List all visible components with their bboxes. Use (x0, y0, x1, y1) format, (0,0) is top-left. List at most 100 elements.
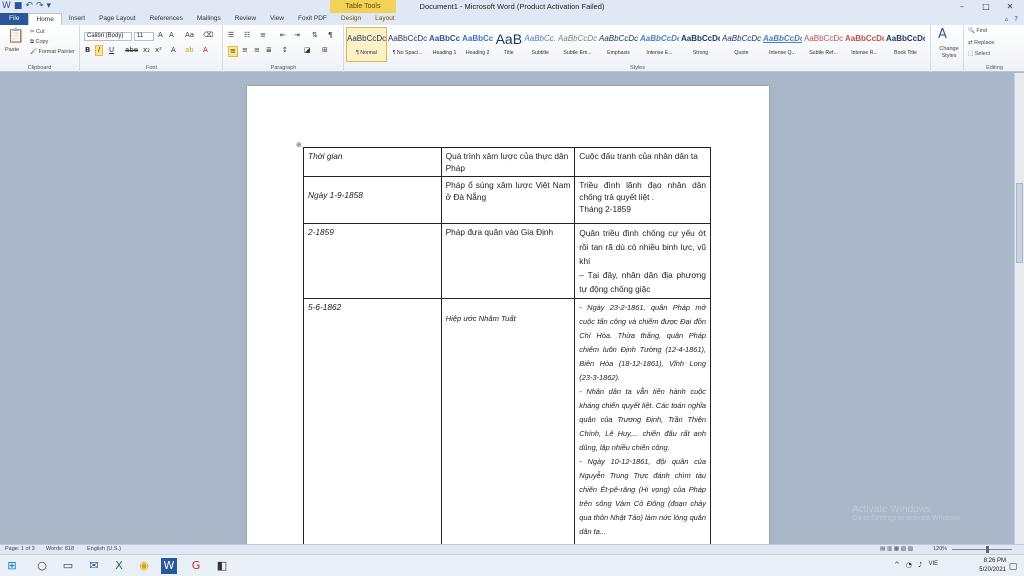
shrink-font-icon[interactable]: A (169, 31, 174, 40)
style-subtle-emphasis[interactable]: AaBbCcDc Subtle Em... (557, 27, 598, 62)
task-view-icon[interactable]: ▭ (60, 558, 76, 574)
sort-icon[interactable]: ⇅ (312, 31, 318, 40)
minimize-ribbon-icon[interactable]: ▵ (1005, 13, 1009, 25)
style-no-spacing[interactable]: AaBbCcDc ¶ No Spaci... (387, 27, 428, 62)
borders-icon[interactable]: ⊞ (322, 46, 328, 55)
font-color-icon[interactable]: A (203, 46, 208, 55)
table-cell-struggle[interactable]: Quân triều đình chống cự yếu ớt rồi tan … (574, 223, 711, 299)
input-language[interactable]: VIE (928, 561, 938, 569)
style-subtle-reference[interactable]: AaBbCcDc Subtle Ref... (803, 27, 844, 62)
scrollbar-thumb[interactable] (1016, 183, 1023, 263)
table-header-cell[interactable]: Cuộc đấu tranh của nhân dân ta (574, 147, 711, 177)
underline-icon[interactable]: U (109, 46, 114, 55)
windows-start-icon[interactable]: ⊞ (4, 558, 20, 574)
style-strong[interactable]: AaBbCcDc Strong (680, 27, 721, 62)
strikethrough-icon[interactable]: abe (125, 46, 138, 55)
tab-references[interactable]: References (143, 13, 190, 25)
format-painter-button[interactable]: 🖌 Format Painter (30, 49, 75, 55)
select-button[interactable]: ⬚ Select (968, 51, 990, 57)
tab-page-layout[interactable]: Page Layout (92, 13, 143, 25)
table-cell-invasion[interactable]: Hiệp ước Nhâm Tuất (440, 298, 576, 544)
font-name-select[interactable]: Calibri (Body) (84, 32, 132, 41)
shading-icon[interactable]: ◪ (304, 46, 311, 55)
style-intense-reference[interactable]: AaBbCcDc Intense R... (844, 27, 885, 62)
table-header-cell[interactable]: Thời gian (303, 147, 442, 177)
style-intense-emphasis[interactable]: AaBbCcDc Intense E... (639, 27, 680, 62)
font-size-select[interactable]: 11 (134, 32, 154, 41)
taskbar-clock[interactable]: 8:26 PM 5/20/2021 (979, 557, 1006, 575)
maximize-icon[interactable]: □ (974, 0, 998, 13)
grow-font-icon[interactable]: A (158, 31, 163, 40)
style-emphasis[interactable]: AaBbCcDc Emphasis (598, 27, 639, 62)
paste-icon[interactable]: 📋 (7, 28, 24, 44)
tab-layout[interactable]: Layout (368, 13, 402, 25)
table-cell-invasion[interactable]: Pháp ổ súng xâm lược Việt Nam ở Đà Nẵng (440, 176, 576, 224)
replace-button[interactable]: ⇄ Replace (968, 40, 994, 46)
notifications-icon[interactable]: ▢ (1006, 559, 1020, 575)
mail-icon[interactable]: ✉ (86, 558, 102, 574)
minimize-icon[interactable]: – (950, 0, 974, 13)
style-book-title[interactable]: AaBbCcDc Book Title (885, 27, 926, 62)
tab-review[interactable]: Review (228, 13, 263, 25)
vertical-scrollbar[interactable] (1014, 73, 1024, 544)
style-heading-1[interactable]: AaBbCc Heading 1 (428, 27, 461, 62)
paste-button[interactable]: Paste (5, 47, 19, 53)
zoom-slider[interactable] (952, 549, 1012, 550)
history-table[interactable]: Thời gian Quá trình xâm lược của thực dâ… (303, 147, 711, 544)
clear-formatting-icon[interactable]: ⌫ (203, 31, 213, 40)
highlight-icon[interactable]: ab (185, 46, 194, 55)
find-button[interactable]: 🔍 Find (968, 28, 987, 34)
text-effects-icon[interactable]: A (171, 46, 176, 55)
close-icon[interactable]: ✕ (998, 0, 1022, 13)
word-count[interactable]: Words: 818 (46, 545, 74, 554)
table-move-handle-icon[interactable]: ⊕ (296, 141, 302, 149)
change-case-icon[interactable]: Aa (185, 31, 194, 40)
style-heading-2[interactable]: AaBbCc Heading 2 (461, 27, 494, 62)
tab-mailings[interactable]: Mailings (190, 13, 228, 25)
numbering-icon[interactable]: ☷ (244, 31, 250, 40)
excel-icon[interactable]: X (111, 558, 127, 574)
align-center-icon[interactable]: ≡ (242, 46, 248, 55)
bold-icon[interactable]: B (85, 46, 90, 55)
justify-icon[interactable]: ≣ (266, 46, 272, 55)
style-quote[interactable]: AaBbCcDc Quote (721, 27, 762, 62)
decrease-indent-icon[interactable]: ⇤ (280, 31, 286, 40)
change-styles-icon[interactable]: A (938, 27, 947, 42)
style-title[interactable]: AaB Title (494, 27, 523, 62)
tray-up-arrow-icon[interactable]: ^ (894, 561, 900, 569)
zoom-slider-thumb[interactable] (986, 546, 989, 553)
table-cell-struggle[interactable]: - Ngày 23-2-1861, quân Pháp mở cuộc tấn … (574, 298, 711, 544)
align-left-icon[interactable]: ≡ (228, 46, 238, 57)
tab-foxit-pdf[interactable]: Foxit PDF (291, 13, 334, 25)
style-subtitle[interactable]: AaBbCc. Subtitle (523, 27, 557, 62)
table-cell-struggle[interactable]: Triều đình lãnh đạo nhân dân chống trả q… (574, 176, 711, 224)
superscript-icon[interactable]: x² (155, 46, 162, 55)
increase-indent-icon[interactable]: ⇥ (294, 31, 300, 40)
tab-home[interactable]: Home (28, 13, 62, 25)
change-styles-button[interactable]: Change Styles (934, 46, 964, 60)
align-right-icon[interactable]: ≡ (254, 46, 260, 55)
document-page[interactable]: ⊕ Thời gian Quá trình xâm lược của thực … (247, 86, 769, 544)
italic-icon[interactable]: I (95, 45, 104, 56)
app-icon[interactable]: ◧ (214, 558, 230, 574)
copy-button[interactable]: ⧉ Copy (30, 39, 48, 46)
network-icon[interactable]: ◔ (906, 561, 912, 569)
tab-insert[interactable]: Insert (62, 13, 92, 25)
style-normal[interactable]: AaBbCcDc ¶ Normal (346, 27, 387, 62)
multilevel-list-icon[interactable]: ≡ (260, 31, 266, 40)
help-icon[interactable]: ? (1014, 13, 1018, 25)
subscript-icon[interactable]: x₂ (143, 46, 150, 55)
table-cell-time[interactable]: 2-1859 (303, 223, 442, 299)
page-count[interactable]: Page: 1 of 3 (5, 545, 35, 554)
bullets-icon[interactable]: ☰ (228, 31, 234, 40)
zoom-level[interactable]: 120% (933, 545, 947, 554)
table-cell-invasion[interactable]: Pháp đưa quân vào Gia Định (440, 223, 576, 299)
tab-view[interactable]: View (263, 13, 291, 25)
volume-icon[interactable]: ♪ (918, 561, 922, 569)
search-icon[interactable]: ○ (34, 558, 50, 574)
style-intense-quote[interactable]: AaBbCcDc Intense Q... (762, 27, 803, 62)
view-buttons-icon[interactable]: ▤ ▥ ▦ ▧ ▨ (880, 545, 913, 554)
tab-file[interactable]: File (0, 13, 29, 25)
show-formatting-marks-icon[interactable]: ¶ (328, 31, 332, 40)
language-indicator[interactable]: English (U.S.) (87, 545, 121, 554)
